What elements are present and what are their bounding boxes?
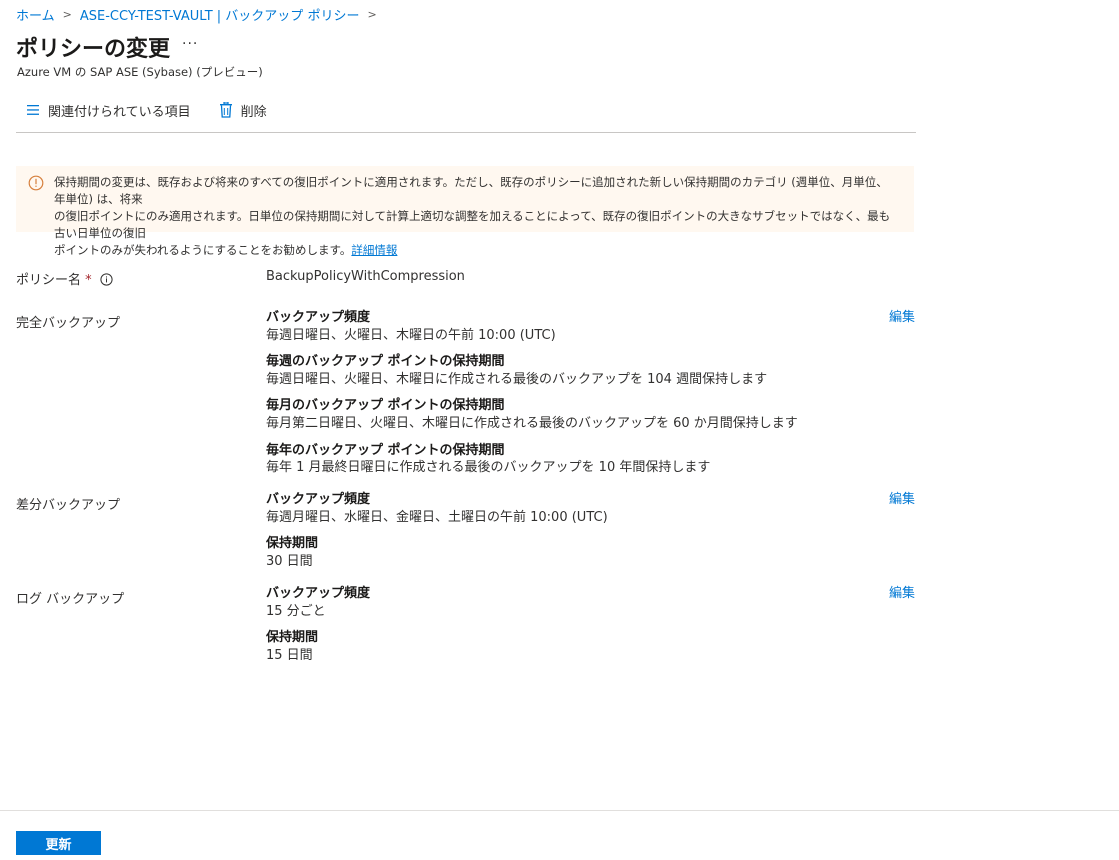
footer-divider [0,810,1119,811]
policy-name-label-text: ポリシー名 [16,273,82,288]
required-mark: * [85,273,92,288]
delete-button[interactable]: 削除 [209,98,267,122]
full-backup-edit-link[interactable]: 編集 [889,306,915,325]
page-title: ポリシーの変更 [16,37,171,62]
full-backup-monthly-value: 毎月第二日曜日、火曜日、木曜日に作成される最後のバックアップを 60 か月間保持… [266,416,798,431]
log-backup-edit-link[interactable]: 編集 [889,582,915,601]
learn-more-link[interactable]: 詳細情報 [351,243,397,257]
command-bar: 関連付けられている項目 削除 [16,98,916,133]
breadcrumb: ホーム > ASE-CCY-TEST-VAULT | バックアップ ポリシー > [16,5,385,24]
trash-icon [219,102,232,118]
more-options-icon[interactable]: ··· [182,36,198,52]
log-backup-retention-value: 15 日間 [266,648,313,663]
chevron-right-icon: > [367,8,377,21]
breadcrumb-vault-link[interactable]: ASE-CCY-TEST-VAULT | バックアップ ポリシー [80,5,360,24]
update-button[interactable]: 更新 [16,831,101,855]
full-backup-monthly-title: 毎月のバックアップ ポイントの保持期間 [266,398,505,413]
full-backup-yearly-value: 毎年 1 月最終日曜日に作成される最後のバックアップを 10 年間保持します [266,460,711,475]
full-backup-label: 完全バックアップ [16,316,121,331]
diff-backup-edit-link[interactable]: 編集 [889,488,915,507]
warning-icon [28,175,44,191]
warning-banner: 保持期間の変更は、既存および将来のすべての復旧ポイントに適用されます。ただし、既… [16,166,914,257]
diff-backup-retention-title: 保持期間 [266,536,319,551]
full-backup-frequency-value: 毎週日曜日、火曜日、木曜日の午前 10:00 (UTC) [266,328,556,343]
full-backup-weekly-value: 毎週日曜日、火曜日、木曜日に作成される最後のバックアップを 104 週間保持しま… [266,372,768,387]
log-backup-retention-title: 保持期間 [266,630,319,645]
breadcrumb-home-link[interactable]: ホーム [16,5,55,24]
banner-line-2: の復旧ポイントにのみ適用されます。日単位の保持期間に対して計算上適切な調整を加え… [54,209,891,240]
info-icon[interactable] [100,273,113,286]
associated-items-button[interactable]: 関連付けられている項目 [16,98,191,122]
policy-name-label: ポリシー名 * [16,269,113,288]
banner-line-3: ポイントのみが失われるようにすることをお勧めします。詳細情報 [54,242,894,259]
log-backup-label: ログ バックアップ [16,592,125,607]
delete-label: 削除 [240,104,267,120]
full-backup-frequency-title: バックアップ頻度 [266,310,371,325]
full-backup-weekly-title: 毎週のバックアップ ポイントの保持期間 [266,354,505,369]
chevron-right-icon: > [62,8,72,21]
associated-items-label: 関連付けられている項目 [48,104,191,120]
banner-line-3-text: ポイントのみが失われるようにすることをお勧めします。 [54,243,352,257]
diff-backup-frequency-title: バックアップ頻度 [266,492,371,507]
diff-backup-retention-value: 30 日間 [266,554,313,569]
page-subtitle: Azure VM の SAP ASE (Sybase) (プレビュー) [17,65,263,79]
list-icon [27,105,39,115]
policy-name-value: BackupPolicyWithCompression [266,269,465,284]
log-backup-frequency-value: 15 分ごと [266,604,326,619]
diff-backup-label: 差分バックアップ [16,498,121,513]
diff-backup-frequency-value: 毎週月曜日、水曜日、金曜日、土曜日の午前 10:00 (UTC) [266,510,608,525]
log-backup-frequency-title: バックアップ頻度 [266,586,371,601]
banner-line-1: 保持期間の変更は、既存および将来のすべての復旧ポイントに適用されます。ただし、既… [54,175,888,206]
